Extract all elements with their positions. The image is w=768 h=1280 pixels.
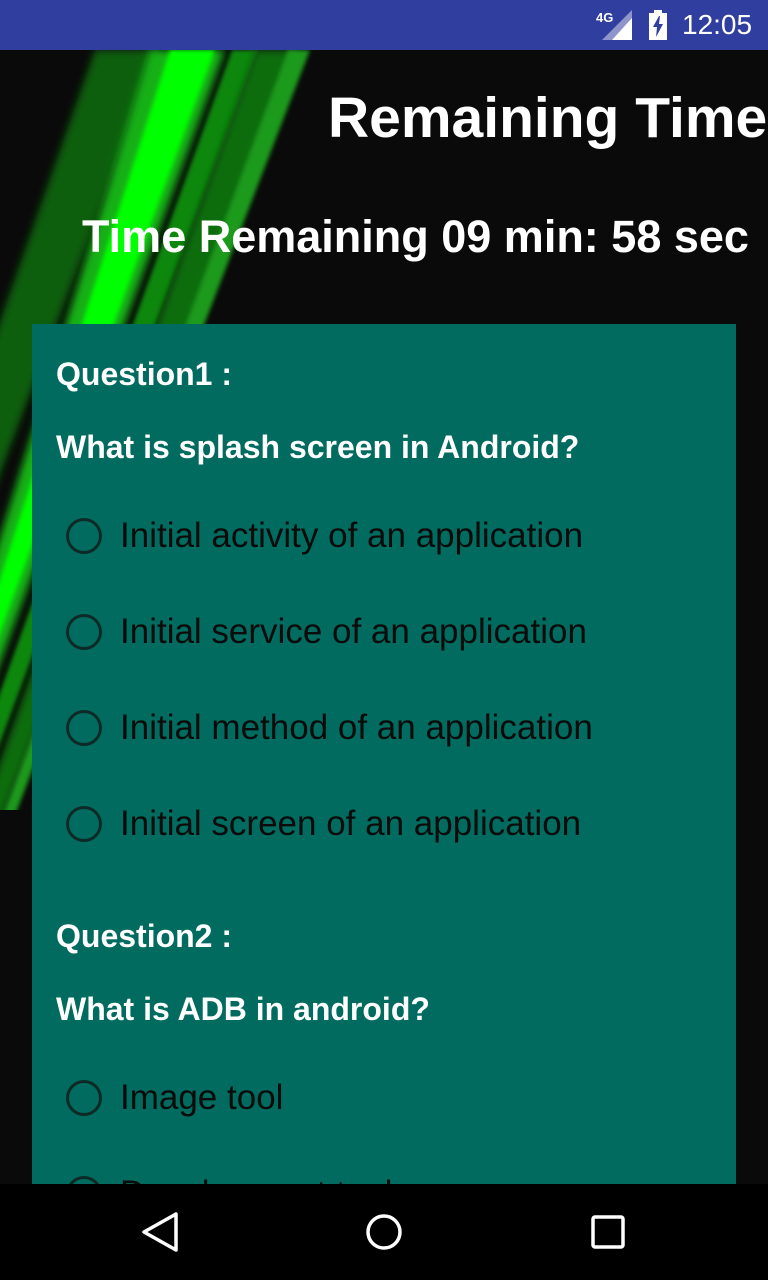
question-2-text: What is ADB in android?: [56, 991, 430, 1027]
q2-option-1[interactable]: Image tool: [66, 1068, 706, 1128]
option-label[interactable]: Initial service of an application: [120, 610, 587, 654]
clock: 12:05: [682, 9, 753, 40]
countdown-timer: Time Remaining 09 min: 58 sec: [82, 211, 749, 262]
page-title: Remaining Time: [328, 86, 768, 150]
network-type: 4G: [596, 10, 614, 25]
option-label[interactable]: Initial activity of an application: [120, 514, 583, 558]
option-label[interactable]: Initial screen of an application: [120, 802, 581, 846]
q2-option-2[interactable]: Development tool: [66, 1164, 706, 1184]
q1-option-1[interactable]: Initial activity of an application: [66, 506, 706, 566]
status-bar: 4G 12:05: [0, 0, 768, 50]
recents-icon[interactable]: [578, 1202, 638, 1262]
quiz-card: Question1 : What is splash screen in And…: [32, 324, 736, 1184]
radio-button-icon[interactable]: [66, 806, 102, 842]
question-2-label: Question2 :: [56, 918, 233, 954]
question-1-label: Question1 :: [56, 356, 233, 392]
option-label[interactable]: Initial method of an application: [120, 706, 593, 750]
navigation-bar: [0, 1184, 768, 1280]
option-label[interactable]: Image tool: [120, 1076, 283, 1120]
radio-button-icon[interactable]: [66, 518, 102, 554]
battery-charging-icon: [649, 10, 667, 40]
radio-button-icon[interactable]: [66, 1080, 102, 1116]
question-1-text: What is splash screen in Android?: [56, 429, 580, 465]
q1-option-4[interactable]: Initial screen of an application: [66, 794, 706, 854]
q1-option-3[interactable]: Initial method of an application: [66, 698, 706, 758]
radio-button-icon[interactable]: [66, 710, 102, 746]
radio-button-icon[interactable]: [66, 614, 102, 650]
back-icon[interactable]: [130, 1202, 190, 1262]
home-icon[interactable]: [354, 1202, 414, 1262]
radio-button-icon[interactable]: [66, 1176, 102, 1184]
option-label[interactable]: Development tool: [120, 1172, 392, 1184]
q1-option-2[interactable]: Initial service of an application: [66, 602, 706, 662]
